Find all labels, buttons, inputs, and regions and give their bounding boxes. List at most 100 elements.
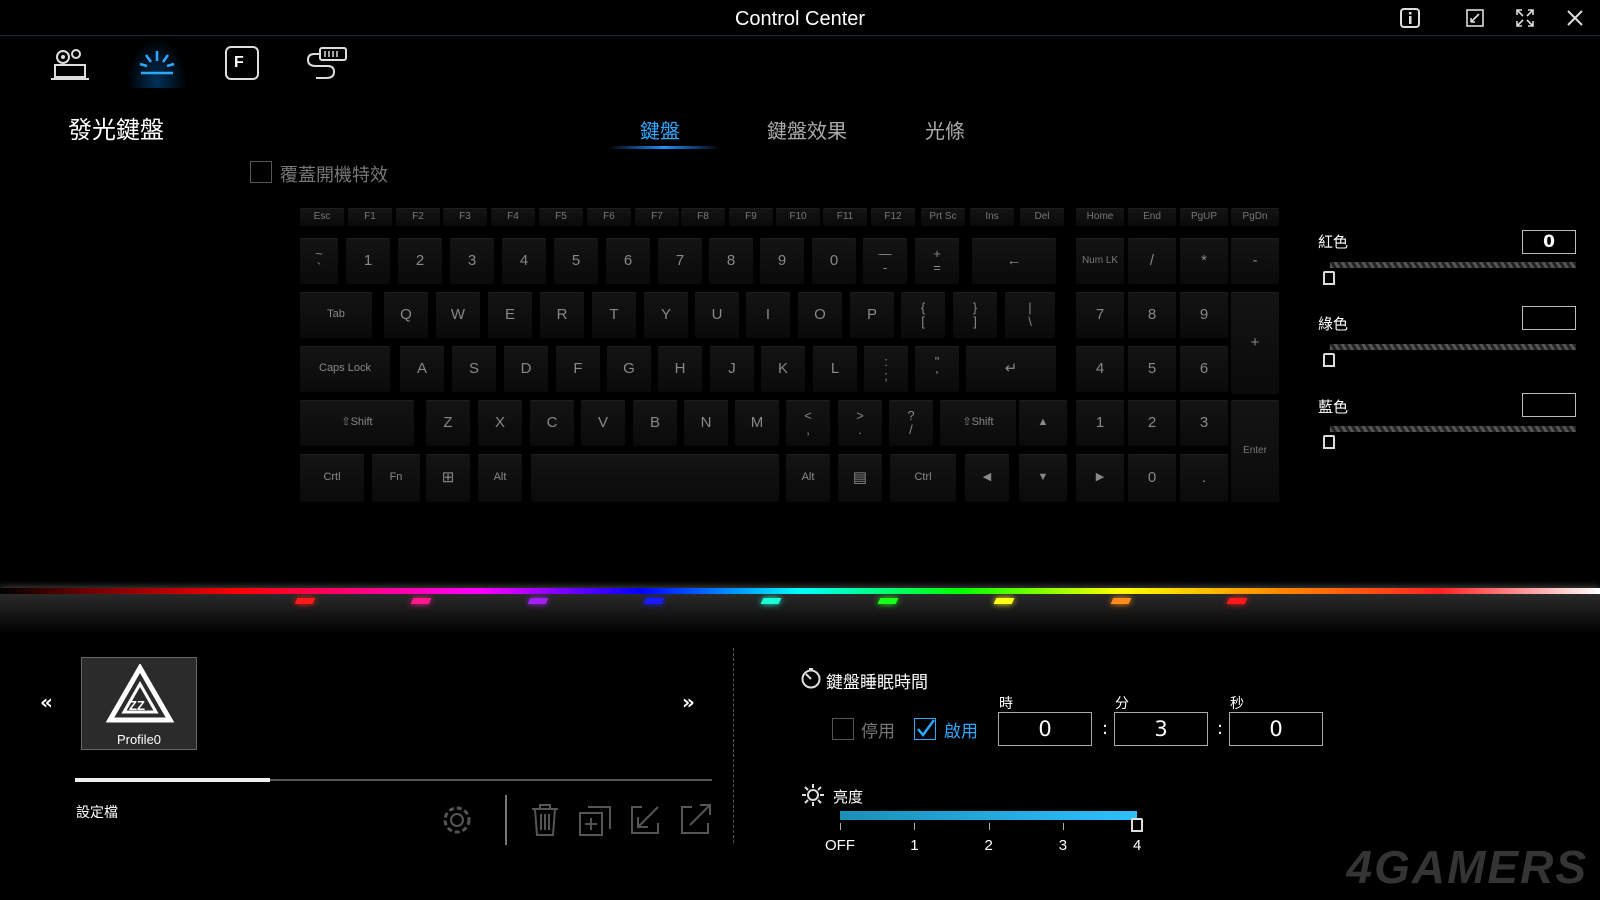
key[interactable]: F12 [871, 208, 915, 226]
tab-keyboard-effects[interactable]: 鍵盤效果 [767, 115, 847, 144]
key[interactable]: ⊞ [426, 454, 470, 502]
led-zone[interactable] [760, 598, 782, 604]
key[interactable]: { [ [901, 292, 945, 338]
key[interactable]: Z [426, 400, 470, 446]
key[interactable]: ~ ` [300, 238, 338, 284]
profile-card[interactable]: ZZ Profile0 [81, 657, 197, 750]
green-slider-thumb[interactable] [1323, 353, 1335, 367]
key[interactable]: + = [915, 238, 959, 284]
tab-keyboard[interactable]: 鍵盤 [640, 115, 680, 144]
key[interactable]: ? / [889, 400, 933, 446]
led-zone[interactable] [1226, 598, 1248, 604]
key[interactable]: + [1231, 292, 1279, 394]
hour-input[interactable]: 0 [998, 712, 1092, 746]
key[interactable]: " ' [915, 346, 959, 392]
key[interactable]: — - [863, 238, 907, 284]
blue-slider-track[interactable] [1330, 426, 1576, 432]
red-slider-thumb[interactable] [1323, 271, 1335, 285]
profile-next-button[interactable]: » [682, 690, 695, 714]
minute-input[interactable]: 3 [1114, 712, 1208, 746]
key[interactable]: Ins [970, 208, 1014, 226]
key[interactable]: E [488, 292, 532, 338]
key[interactable]: Caps Lock [300, 346, 390, 392]
info-icon[interactable] [1395, 4, 1425, 32]
key[interactable]: Del [1020, 208, 1064, 226]
close-icon[interactable] [1560, 4, 1590, 32]
key[interactable]: Alt [478, 454, 522, 502]
key[interactable]: 1 [1076, 400, 1124, 446]
key[interactable]: F10 [776, 208, 820, 226]
led-zone[interactable] [1110, 598, 1132, 604]
key[interactable]: Crtl [300, 454, 364, 502]
key[interactable]: > . [838, 400, 882, 446]
key[interactable]: 9 [1180, 292, 1228, 338]
key[interactable]: Fn [372, 454, 420, 502]
key[interactable]: 2 [398, 238, 442, 284]
key[interactable]: . [1180, 454, 1228, 502]
key[interactable]: F7 [635, 208, 679, 226]
key[interactable]: } ] [953, 292, 997, 338]
key[interactable]: ⇧Shift [940, 400, 1016, 446]
key[interactable]: 0 [812, 238, 856, 284]
key[interactable]: 4 [1076, 346, 1124, 392]
settings-icon[interactable] [437, 800, 477, 840]
key[interactable]: M [735, 400, 779, 446]
key[interactable]: 7 [1076, 292, 1124, 338]
key[interactable]: F [556, 346, 600, 392]
key[interactable]: L [813, 346, 857, 392]
key[interactable]: I [746, 292, 790, 338]
key[interactable]: Q [384, 292, 428, 338]
green-value-input[interactable] [1522, 306, 1576, 330]
key[interactable]: V [581, 400, 625, 446]
key[interactable]: K [761, 346, 805, 392]
key[interactable]: 5 [1128, 346, 1176, 392]
key[interactable]: 9 [760, 238, 804, 284]
key[interactable]: 3 [1180, 400, 1228, 446]
key[interactable]: ← [972, 238, 1056, 284]
led-zone[interactable] [993, 598, 1015, 604]
key[interactable]: ◀ [965, 454, 1009, 502]
key[interactable]: N [684, 400, 728, 446]
key[interactable]: ▲ [1019, 400, 1067, 446]
key[interactable]: F11 [823, 208, 867, 226]
key[interactable]: Y [644, 292, 688, 338]
key[interactable]: X [478, 400, 522, 446]
led-zone[interactable] [527, 598, 549, 604]
key[interactable]: 3 [450, 238, 494, 284]
key[interactable]: H [658, 346, 702, 392]
red-slider-track[interactable] [1330, 262, 1576, 268]
key[interactable]: * [1180, 238, 1228, 284]
brightness-slider-thumb[interactable] [1131, 818, 1143, 832]
key[interactable]: 0 [1128, 454, 1176, 502]
led-zone[interactable] [410, 598, 432, 604]
key[interactable]: 8 [1128, 292, 1176, 338]
key[interactable]: Alt [786, 454, 830, 502]
key[interactable]: ▶ [1076, 454, 1124, 502]
key[interactable]: F8 [681, 208, 725, 226]
key[interactable]: T [592, 292, 636, 338]
key[interactable]: U [695, 292, 739, 338]
key[interactable] [531, 454, 779, 502]
override-boot-effect-checkbox[interactable] [250, 161, 272, 183]
import-icon[interactable] [625, 800, 665, 840]
fn-key-icon[interactable]: F [212, 38, 272, 88]
key[interactable]: 1 [346, 238, 390, 284]
export-icon[interactable] [675, 800, 715, 840]
system-settings-icon[interactable] [40, 38, 100, 88]
key[interactable]: J [710, 346, 754, 392]
key[interactable]: F9 [729, 208, 773, 226]
key[interactable]: G [607, 346, 651, 392]
key[interactable]: F5 [539, 208, 583, 226]
usb-device-icon[interactable] [298, 38, 358, 88]
key[interactable]: 6 [1180, 346, 1228, 392]
key[interactable]: F4 [491, 208, 535, 226]
key[interactable]: | \ [1005, 292, 1055, 338]
add-icon[interactable] [575, 800, 615, 840]
key[interactable]: ⇧Shift [300, 400, 414, 446]
key[interactable]: ▤ [838, 454, 882, 502]
green-slider-track[interactable] [1330, 344, 1576, 350]
key[interactable]: Enter [1231, 400, 1279, 502]
delete-icon[interactable] [525, 800, 565, 840]
restore-icon[interactable] [1460, 4, 1490, 32]
key[interactable]: 2 [1128, 400, 1176, 446]
